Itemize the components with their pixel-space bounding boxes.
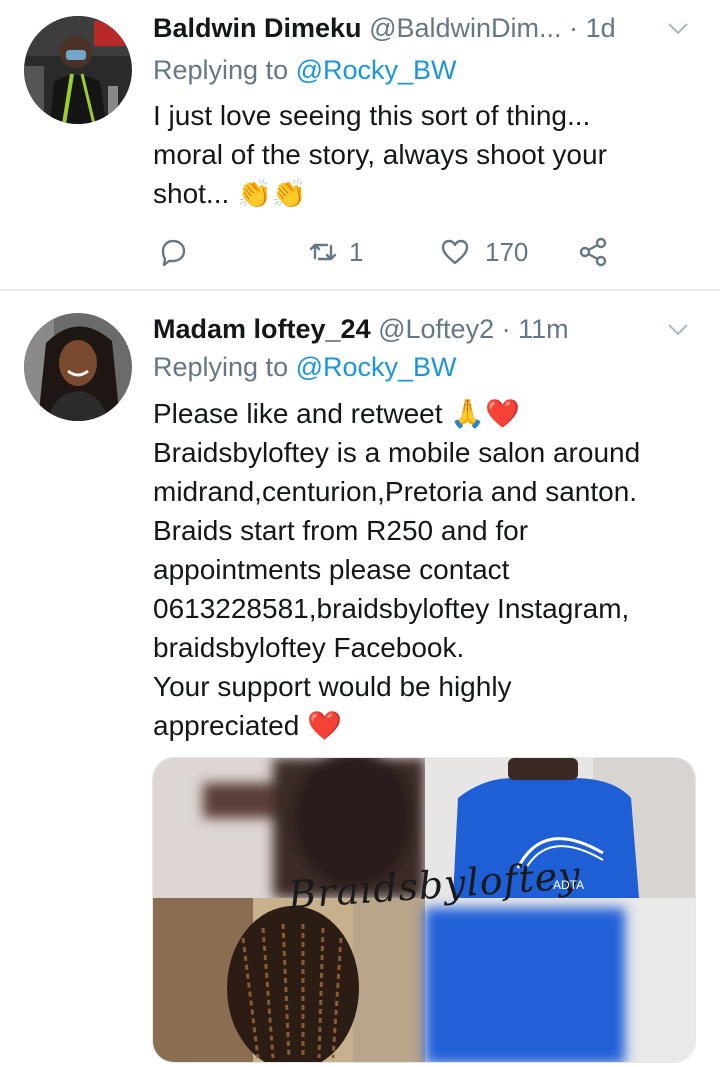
replying-to: Replying to @Rocky_BW <box>153 349 457 385</box>
tweet-text-line: moral of the story, always shoot your <box>153 139 607 170</box>
retweet-count: 1 <box>349 236 364 267</box>
tweet-text-line: Please like and retweet 🙏❤️ <box>153 398 521 429</box>
tweet-text-line: shot... 👏👏 <box>153 178 307 209</box>
tweet-text-line: I just love seeing this sort of thing... <box>153 100 591 131</box>
retweet-icon <box>309 243 337 261</box>
user-handle[interactable]: @Loftey2 <box>378 314 494 344</box>
avatar[interactable] <box>24 16 132 124</box>
reply-button[interactable] <box>157 232 203 272</box>
tweet-header: Baldwin Dimeku @BaldwinDim... · 1d <box>153 10 700 46</box>
tweet-text-line: Your support would be highly <box>153 671 512 702</box>
mention-link[interactable]: @Rocky_BW <box>296 352 457 382</box>
reply-icon <box>161 239 186 267</box>
timestamp[interactable]: 11m <box>518 314 569 344</box>
mention-link[interactable]: @Rocky_BW <box>296 55 457 85</box>
tweet-text: I just love seeing this sort of thing...… <box>153 96 694 213</box>
share-icon <box>579 237 607 267</box>
like-button[interactable]: 170 <box>439 232 528 272</box>
heart-icon <box>441 239 469 265</box>
separator-dot: · <box>569 13 579 43</box>
share-button[interactable] <box>577 232 609 272</box>
shirt-logo-text: ADTA <box>553 878 585 892</box>
tweet-text-line: appointments please contact <box>153 554 510 585</box>
like-count: 170 <box>485 236 529 267</box>
tweet-actions: 1 170 <box>153 232 633 272</box>
tweet-header: Madam loftey_24 @Loftey2 · 11m <box>153 311 700 347</box>
user-handle[interactable]: @BaldwinDim... <box>369 13 561 43</box>
tweet-text-line: Braids start from R250 and for <box>153 515 529 546</box>
timestamp[interactable]: 1d <box>586 13 616 43</box>
display-name[interactable]: Madam loftey_24 <box>153 314 371 344</box>
tweet-media-collage[interactable]: Braidsbyloftey ADTA <box>152 757 696 1063</box>
tweet-text-line: midrand,centurion,Pretoria and santon. <box>153 476 638 507</box>
tweet-text-line: 0613228581,braidsbyloftey Instagram, <box>153 593 630 624</box>
retweet-button[interactable]: 1 <box>307 232 363 272</box>
tweet-baldwin[interactable]: Baldwin Dimeku @BaldwinDim... · 1d Reply… <box>0 0 720 290</box>
chevron-down-icon[interactable] <box>666 317 690 341</box>
avatar[interactable] <box>24 313 132 421</box>
tweet-text: Please like and retweet 🙏❤️ Braidsbyloft… <box>153 394 694 745</box>
tweet-text-line: Braidsbyloftey is a mobile salon around <box>153 437 641 468</box>
tweet-text-line: braidsbyloftey Facebook. <box>153 632 465 663</box>
display-name[interactable]: Baldwin Dimeku <box>153 13 362 43</box>
chevron-down-icon[interactable] <box>666 16 690 40</box>
replying-to: Replying to @Rocky_BW <box>153 52 457 88</box>
tweet-text-line: appreciated ❤️ <box>153 710 342 741</box>
separator-dot: · <box>501 314 511 344</box>
replying-to-label: Replying to <box>153 55 289 85</box>
replying-to-label: Replying to <box>153 352 289 382</box>
tweet-loftey[interactable]: Madam loftey_24 @Loftey2 · 11m Replying … <box>0 291 720 1067</box>
